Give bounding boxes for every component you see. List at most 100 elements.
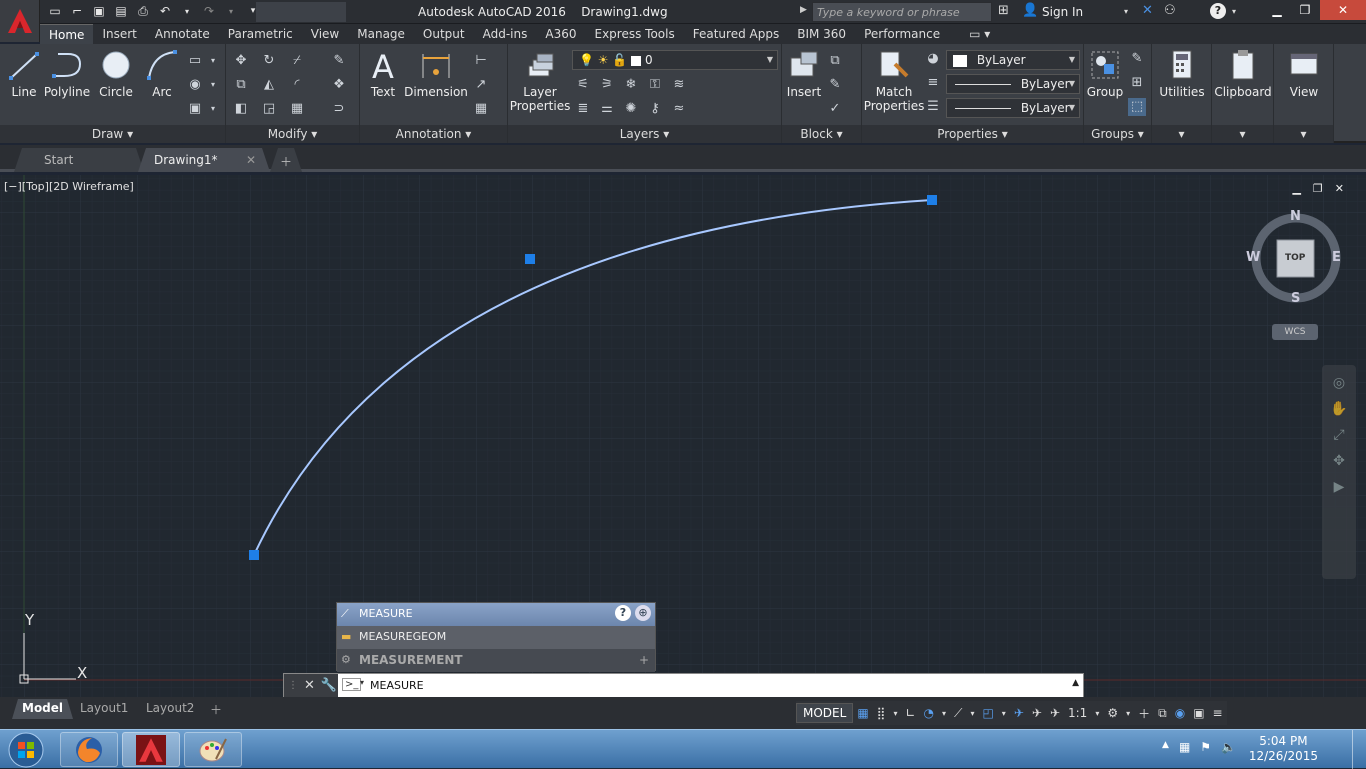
annotation-monitor-icon[interactable]: ＋ — [1134, 705, 1154, 722]
exchange-icon[interactable]: ✕ — [1142, 3, 1153, 18]
file-tab-start[interactable]: Start — [14, 148, 144, 172]
command-input[interactable]: MEASURE — [370, 679, 424, 692]
redo-dropdown-icon[interactable]: ▾ — [222, 2, 240, 20]
layer-previous-icon[interactable]: ⚌ — [598, 100, 616, 118]
restore-button[interactable]: ❐ — [1290, 0, 1320, 20]
layer-dropdown[interactable]: 💡 ☀ 🔓 0 ▼ — [572, 50, 778, 70]
annotation-visibility-icon[interactable]: ✈ — [1010, 706, 1028, 720]
layer-off-icon[interactable]: ⚟ — [574, 76, 592, 94]
taskbar-autocad[interactable] — [122, 732, 180, 767]
array-icon[interactable]: ▦ — [288, 100, 306, 118]
tab-annotate[interactable]: Annotate — [146, 24, 219, 44]
utilities-tool[interactable]: Utilities — [1158, 48, 1206, 99]
command-grip-icon[interactable]: ⋮ — [288, 680, 298, 691]
hatch-dropdown-icon[interactable]: ▾ — [204, 76, 222, 94]
binoculars-icon[interactable]: ⊞ — [998, 3, 1009, 18]
command-close-icon[interactable]: ✕ — [304, 678, 315, 693]
move-icon[interactable]: ✥ — [232, 52, 250, 70]
edit-block-icon[interactable]: ✎ — [826, 76, 844, 94]
clean-screen-icon[interactable]: ▣ — [1189, 706, 1208, 720]
ribbon-options-icon[interactable]: ▭ ▾ — [949, 24, 999, 44]
fillet-icon[interactable]: ◜ — [288, 76, 306, 94]
snap-icon[interactable]: ⣿ — [873, 706, 890, 720]
hatch-icon[interactable]: ◉ — [186, 76, 204, 94]
command-history-icon[interactable]: ▲ — [1072, 678, 1079, 688]
rotate-icon[interactable]: ↻ — [260, 52, 278, 70]
new-layout-button[interactable]: ＋ — [200, 699, 232, 719]
workspace-dropdown-icon[interactable]: ▾ — [1122, 709, 1134, 718]
application-menu-button[interactable] — [0, 0, 40, 42]
arc-end-grip[interactable] — [927, 195, 937, 205]
stay-connected-icon[interactable]: ⚇ — [1164, 3, 1176, 18]
tab-layout2[interactable]: Layout2 — [136, 699, 204, 719]
viewcube[interactable]: TOP N S E W WCS — [1246, 205, 1346, 345]
viewport-restore-icon[interactable]: ❐ — [1313, 182, 1323, 195]
model-space-button[interactable]: MODEL — [796, 703, 854, 723]
steering-wheel-icon[interactable]: ◎ — [1322, 375, 1356, 391]
showmotion-icon[interactable]: ▶ — [1322, 479, 1356, 495]
arc-tool[interactable]: Arc — [144, 48, 180, 99]
polyline-tool[interactable]: Polyline — [44, 48, 90, 99]
group-edit-icon[interactable]: ✎ — [1128, 50, 1146, 68]
lineweight-icon[interactable]: ☰ — [924, 98, 942, 116]
object-snap-dropdown-icon[interactable]: ▾ — [998, 709, 1010, 718]
tab-home[interactable]: Home — [40, 24, 94, 44]
leader-icon[interactable]: ↗ — [472, 76, 490, 94]
system-clock[interactable]: 5:04 PM 12/26/2015 — [1249, 734, 1318, 764]
mirror-icon[interactable]: ◭ — [260, 76, 278, 94]
redo-icon[interactable]: ↷ — [200, 2, 218, 20]
polar-dropdown-icon[interactable]: ▾ — [938, 709, 950, 718]
tab-a360[interactable]: A360 — [536, 24, 585, 44]
match-properties-tool[interactable]: Match Properties — [864, 48, 924, 113]
utilities-panel[interactable]: Utilities ▾ — [1152, 44, 1212, 143]
search-expand-icon[interactable]: ▶ — [800, 5, 807, 15]
rectangle-dropdown-icon[interactable]: ▾ — [204, 52, 222, 70]
customization-icon[interactable]: ≡ — [1209, 706, 1227, 720]
draw-panel-title[interactable]: Draw ▾ — [0, 125, 225, 143]
explode-icon[interactable]: ❖ — [330, 76, 348, 94]
layer-freeze-icon[interactable]: ❄ — [622, 76, 640, 94]
grid-icon[interactable]: ▦ — [853, 706, 872, 720]
create-block-icon[interactable]: ⧉ — [826, 52, 844, 70]
tab-model[interactable]: Model — [12, 699, 73, 719]
stretch-icon[interactable]: ◧ — [232, 100, 250, 118]
groups-panel-title[interactable]: Groups ▾ — [1084, 125, 1151, 143]
tab-bim-360[interactable]: BIM 360 — [788, 24, 855, 44]
isodraft-dropdown-icon[interactable]: ▾ — [966, 709, 978, 718]
sign-in-dropdown-icon[interactable]: ▾ — [1124, 7, 1128, 16]
show-hidden-icons-icon[interactable]: ▲ — [1162, 740, 1169, 754]
customize-icon[interactable]: 🔧 — [321, 678, 337, 693]
viewport-close-icon[interactable]: ✕ — [1335, 182, 1344, 195]
region-icon[interactable]: ▣ — [186, 100, 204, 118]
expand-sysvar-icon[interactable]: + — [639, 653, 649, 667]
search-input[interactable]: Type a keyword or phrase — [812, 2, 992, 22]
units-icon[interactable]: ⧉ — [1154, 706, 1171, 721]
autocomplete-item-measurement[interactable]: ⚙ MEASUREMENT + — [337, 649, 655, 672]
help-icon[interactable]: ? — [1210, 3, 1226, 19]
save-as-icon[interactable]: ▤ — [112, 2, 130, 20]
flag-icon[interactable]: ⚑ — [1200, 740, 1211, 754]
show-desktop-button[interactable] — [1352, 730, 1366, 769]
volume-icon[interactable]: 🔈 — [1221, 740, 1236, 754]
drawing-canvas[interactable]: [−][Top][2D Wireframe] ▁ ❐ ✕ TOP N S E W… — [0, 175, 1366, 697]
open-icon[interactable]: ⌐ — [68, 2, 86, 20]
close-button[interactable]: ✕ — [1320, 0, 1366, 20]
color-wheel-icon[interactable]: ◕ — [924, 50, 942, 68]
annotation-scale[interactable]: 1:1 — [1064, 706, 1091, 720]
undo-dropdown-icon[interactable]: ▾ — [178, 2, 196, 20]
view-tool[interactable]: View — [1282, 48, 1326, 99]
annotation-panel-title[interactable]: Annotation ▾ — [360, 125, 507, 143]
linear-dim-icon[interactable]: ⊢ — [472, 52, 490, 70]
clipboard-panel[interactable]: Clipboard ▾ — [1212, 44, 1274, 143]
region-dropdown-icon[interactable]: ▾ — [204, 100, 222, 118]
taskbar-firefox[interactable] — [60, 732, 118, 767]
taskbar-paint[interactable] — [184, 732, 242, 767]
undo-icon[interactable]: ↶ — [156, 2, 174, 20]
layer-make-current-icon[interactable]: ≋ — [670, 76, 688, 94]
command-help-icon[interactable]: ? — [615, 605, 631, 621]
new-tab-button[interactable]: ＋ — [270, 148, 302, 172]
table-icon[interactable]: ▦ — [472, 100, 490, 118]
properties-panel-title[interactable]: Properties ▾ — [862, 125, 1083, 143]
copy-icon[interactable]: ⧉ — [232, 76, 250, 94]
auto-scale-icon[interactable]: ✈ — [1028, 706, 1046, 720]
